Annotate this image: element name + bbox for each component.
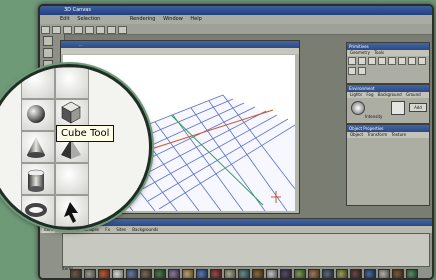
lighting-panel-title: Environment xyxy=(347,85,429,92)
tool-button[interactable] xyxy=(43,36,53,46)
toolbar-button[interactable] xyxy=(107,26,116,34)
toolbar-button[interactable] xyxy=(74,26,83,34)
texture-swatch[interactable] xyxy=(224,269,236,278)
menu-bar: Edit Selection Rendering Window Help xyxy=(40,15,432,24)
menu-help[interactable]: Help xyxy=(190,15,201,24)
viewport-tabs xyxy=(61,48,299,54)
primitive-button[interactable] xyxy=(358,57,366,65)
texture-swatch[interactable] xyxy=(154,269,166,278)
properties-panel-title: Object Properties xyxy=(347,125,429,132)
main-toolbar xyxy=(40,24,432,35)
texture-swatch[interactable] xyxy=(350,269,362,278)
texture-swatch[interactable] xyxy=(196,269,208,278)
texture-swatch-row xyxy=(58,269,432,278)
primitive-icon-row xyxy=(347,56,429,76)
primitives-panel: Primitives Geometry Tools xyxy=(346,42,430,84)
tooltip: Cube Tool xyxy=(56,125,115,142)
texture-swatch[interactable] xyxy=(392,269,404,278)
texture-swatch[interactable] xyxy=(70,269,82,278)
primitive-button[interactable] xyxy=(398,57,406,65)
sphere-icon[interactable] xyxy=(27,105,45,123)
lighting-tabs: Lights Fog Background Ground xyxy=(347,92,429,98)
tool-button[interactable] xyxy=(43,48,53,58)
primitive-button[interactable] xyxy=(388,57,396,65)
texture-swatch[interactable] xyxy=(266,269,278,278)
library-tabs: Item Textures Shapes Fx Sites Background… xyxy=(40,226,432,233)
primitive-button[interactable] xyxy=(348,67,356,75)
texture-swatch[interactable] xyxy=(112,269,124,278)
tab-fog[interactable]: Fog xyxy=(366,92,373,97)
tab-tools[interactable]: Tools xyxy=(374,50,384,55)
menu-edit[interactable]: Edit xyxy=(60,15,70,24)
light-preview[interactable] xyxy=(351,101,365,115)
cylinder-icon[interactable] xyxy=(27,169,45,192)
primitive-button[interactable] xyxy=(378,57,386,65)
primitive-button[interactable] xyxy=(348,57,356,65)
intensity-label: Intensity xyxy=(365,114,383,119)
pyramid-icon[interactable] xyxy=(61,139,81,159)
library-panel: Libraries Item Textures Shapes Fx Sites … xyxy=(40,218,432,278)
texture-swatch[interactable] xyxy=(182,269,194,278)
toolbar-button[interactable] xyxy=(118,26,127,34)
texture-swatch[interactable] xyxy=(98,269,110,278)
texture-swatch[interactable] xyxy=(308,269,320,278)
texture-swatch[interactable] xyxy=(336,269,348,278)
texture-swatch[interactable] xyxy=(378,269,390,278)
tab-sites[interactable]: Sites xyxy=(116,226,126,233)
tab-transform[interactable]: Transform xyxy=(367,132,387,137)
primitives-panel-title: Primitives xyxy=(347,43,429,50)
add-light-button[interactable]: Add xyxy=(409,103,427,112)
cone-icon[interactable] xyxy=(27,137,45,158)
texture-swatch[interactable] xyxy=(238,269,250,278)
tab-background[interactable]: Background xyxy=(378,92,402,97)
torus-icon[interactable] xyxy=(25,203,47,217)
texture-swatch[interactable] xyxy=(210,269,222,278)
magnified-tool-palette xyxy=(0,64,152,230)
tab-texture[interactable]: Texture xyxy=(392,132,407,137)
properties-tabs: Object Transform Texture xyxy=(347,132,429,138)
library-content xyxy=(62,233,430,267)
tab-ground[interactable]: Ground xyxy=(406,92,421,97)
texture-swatch[interactable] xyxy=(168,269,180,278)
texture-swatch[interactable] xyxy=(322,269,334,278)
magnified-tool-icons xyxy=(25,101,81,223)
menu-window[interactable]: Window xyxy=(163,15,183,24)
texture-swatch[interactable] xyxy=(252,269,264,278)
tab-geometry[interactable]: Geometry xyxy=(350,50,370,55)
viewport-title: ... xyxy=(61,41,299,48)
texture-swatch[interactable] xyxy=(294,269,306,278)
tab-object[interactable]: Object xyxy=(350,132,363,137)
texture-swatch[interactable] xyxy=(280,269,292,278)
texture-swatch[interactable] xyxy=(364,269,376,278)
primitive-button[interactable] xyxy=(418,57,426,65)
toolbar-button[interactable] xyxy=(52,26,61,34)
texture-swatch[interactable] xyxy=(406,269,418,278)
cube-icon[interactable] xyxy=(61,101,81,124)
toolbar-button[interactable] xyxy=(96,26,105,34)
primitive-button[interactable] xyxy=(408,57,416,65)
menu-selection[interactable]: Selection xyxy=(77,15,100,24)
toolbar-button[interactable] xyxy=(85,26,94,34)
texture-swatch[interactable] xyxy=(140,269,152,278)
menu-rendering[interactable]: Rendering xyxy=(130,15,156,24)
toolbar-button[interactable] xyxy=(63,26,72,34)
window-title: 3D Canvas xyxy=(40,6,432,15)
arrow-tool-icon[interactable] xyxy=(64,202,78,223)
tab-fx[interactable]: Fx xyxy=(105,226,110,233)
primitive-button[interactable] xyxy=(368,57,376,65)
texture-swatch[interactable] xyxy=(126,269,138,278)
tab-lights[interactable]: Lights xyxy=(350,92,362,97)
page: { "window": {"title": "3D Canvas"}, "men… xyxy=(0,0,436,280)
properties-panel: Object Properties Object Transform Textu… xyxy=(346,124,430,206)
texture-swatch[interactable] xyxy=(84,269,96,278)
lighting-panel: Environment Lights Fog Background Ground… xyxy=(346,84,430,124)
tab-backgrounds[interactable]: Backgrounds xyxy=(132,226,158,233)
toolbar-button[interactable] xyxy=(41,26,50,34)
light-color-swatch[interactable] xyxy=(391,101,405,115)
primitive-button[interactable] xyxy=(358,67,366,75)
